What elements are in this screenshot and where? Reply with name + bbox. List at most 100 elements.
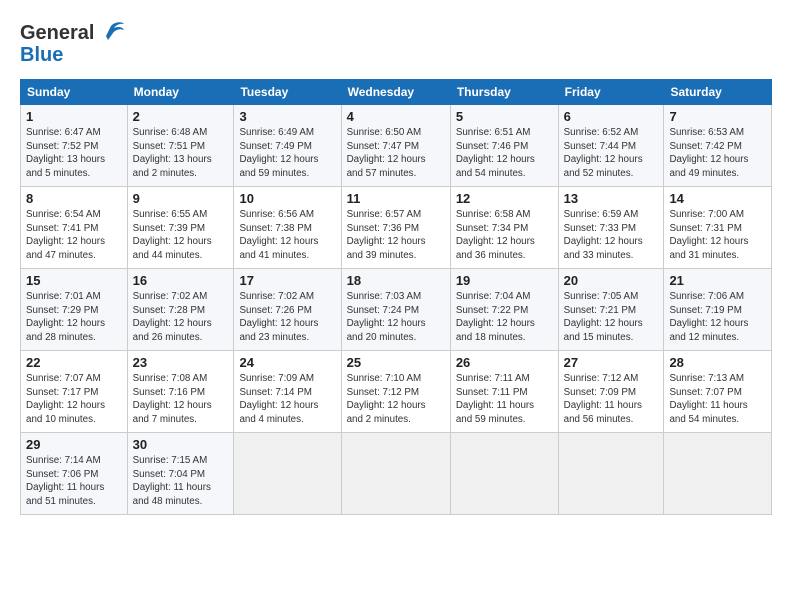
calendar-cell: 28 Sunrise: 7:13 AMSunset: 7:07 PMDaylig… <box>664 351 772 433</box>
day-info: Sunrise: 6:59 AMSunset: 7:33 PMDaylight:… <box>564 209 643 261</box>
day-info: Sunrise: 6:49 AMSunset: 7:49 PMDaylight:… <box>239 127 318 179</box>
day-info: Sunrise: 7:02 AMSunset: 7:28 PMDaylight:… <box>133 291 212 343</box>
weekday-header-sunday: Sunday <box>21 80 128 105</box>
day-info: Sunrise: 6:51 AMSunset: 7:46 PMDaylight:… <box>456 127 535 179</box>
day-number: 4 <box>347 109 445 124</box>
calendar-week-3: 15 Sunrise: 7:01 AMSunset: 7:29 PMDaylig… <box>21 269 772 351</box>
day-number: 5 <box>456 109 553 124</box>
day-number: 11 <box>347 191 445 206</box>
day-info: Sunrise: 7:03 AMSunset: 7:24 PMDaylight:… <box>347 291 426 343</box>
day-info: Sunrise: 6:54 AMSunset: 7:41 PMDaylight:… <box>26 209 105 261</box>
day-number: 2 <box>133 109 229 124</box>
day-number: 24 <box>239 355 335 370</box>
day-number: 6 <box>564 109 659 124</box>
day-number: 22 <box>26 355 122 370</box>
calendar-cell <box>558 433 664 515</box>
day-number: 1 <box>26 109 122 124</box>
calendar-cell: 26 Sunrise: 7:11 AMSunset: 7:11 PMDaylig… <box>450 351 558 433</box>
day-number: 20 <box>564 273 659 288</box>
day-number: 26 <box>456 355 553 370</box>
calendar-cell: 1 Sunrise: 6:47 AMSunset: 7:52 PMDayligh… <box>21 105 128 187</box>
day-number: 15 <box>26 273 122 288</box>
calendar-page: General Blue SundayMondayTuesdayWednesda… <box>0 0 792 525</box>
day-info: Sunrise: 7:06 AMSunset: 7:19 PMDaylight:… <box>669 291 748 343</box>
calendar-cell: 29 Sunrise: 7:14 AMSunset: 7:06 PMDaylig… <box>21 433 128 515</box>
weekday-header-monday: Monday <box>127 80 234 105</box>
day-number: 16 <box>133 273 229 288</box>
calendar-cell: 8 Sunrise: 6:54 AMSunset: 7:41 PMDayligh… <box>21 187 128 269</box>
calendar-week-5: 29 Sunrise: 7:14 AMSunset: 7:06 PMDaylig… <box>21 433 772 515</box>
weekday-header-tuesday: Tuesday <box>234 80 341 105</box>
calendar-cell <box>664 433 772 515</box>
logo-general: General <box>20 22 94 45</box>
day-number: 29 <box>26 437 122 452</box>
calendar-week-1: 1 Sunrise: 6:47 AMSunset: 7:52 PMDayligh… <box>21 105 772 187</box>
day-info: Sunrise: 7:09 AMSunset: 7:14 PMDaylight:… <box>239 373 318 425</box>
day-info: Sunrise: 7:11 AMSunset: 7:11 PMDaylight:… <box>456 373 534 425</box>
day-info: Sunrise: 7:14 AMSunset: 7:06 PMDaylight:… <box>26 455 104 507</box>
day-info: Sunrise: 6:53 AMSunset: 7:42 PMDaylight:… <box>669 127 748 179</box>
calendar-header-row: SundayMondayTuesdayWednesdayThursdayFrid… <box>21 80 772 105</box>
day-number: 10 <box>239 191 335 206</box>
day-info: Sunrise: 7:05 AMSunset: 7:21 PMDaylight:… <box>564 291 643 343</box>
day-info: Sunrise: 6:52 AMSunset: 7:44 PMDaylight:… <box>564 127 643 179</box>
calendar-cell: 9 Sunrise: 6:55 AMSunset: 7:39 PMDayligh… <box>127 187 234 269</box>
day-number: 18 <box>347 273 445 288</box>
day-info: Sunrise: 7:13 AMSunset: 7:07 PMDaylight:… <box>669 373 747 425</box>
day-number: 27 <box>564 355 659 370</box>
day-info: Sunrise: 7:01 AMSunset: 7:29 PMDaylight:… <box>26 291 105 343</box>
day-info: Sunrise: 6:50 AMSunset: 7:47 PMDaylight:… <box>347 127 426 179</box>
weekday-header-saturday: Saturday <box>664 80 772 105</box>
weekday-header-friday: Friday <box>558 80 664 105</box>
day-number: 12 <box>456 191 553 206</box>
day-number: 23 <box>133 355 229 370</box>
day-info: Sunrise: 6:56 AMSunset: 7:38 PMDaylight:… <box>239 209 318 261</box>
calendar-cell: 13 Sunrise: 6:59 AMSunset: 7:33 PMDaylig… <box>558 187 664 269</box>
calendar-cell: 5 Sunrise: 6:51 AMSunset: 7:46 PMDayligh… <box>450 105 558 187</box>
calendar-week-2: 8 Sunrise: 6:54 AMSunset: 7:41 PMDayligh… <box>21 187 772 269</box>
day-number: 7 <box>669 109 766 124</box>
day-number: 30 <box>133 437 229 452</box>
calendar-cell: 6 Sunrise: 6:52 AMSunset: 7:44 PMDayligh… <box>558 105 664 187</box>
day-info: Sunrise: 7:12 AMSunset: 7:09 PMDaylight:… <box>564 373 642 425</box>
calendar-cell: 15 Sunrise: 7:01 AMSunset: 7:29 PMDaylig… <box>21 269 128 351</box>
calendar-cell: 21 Sunrise: 7:06 AMSunset: 7:19 PMDaylig… <box>664 269 772 351</box>
day-number: 9 <box>133 191 229 206</box>
calendar-cell: 12 Sunrise: 6:58 AMSunset: 7:34 PMDaylig… <box>450 187 558 269</box>
calendar-cell: 17 Sunrise: 7:02 AMSunset: 7:26 PMDaylig… <box>234 269 341 351</box>
day-info: Sunrise: 7:07 AMSunset: 7:17 PMDaylight:… <box>26 373 105 425</box>
calendar-cell: 3 Sunrise: 6:49 AMSunset: 7:49 PMDayligh… <box>234 105 341 187</box>
day-info: Sunrise: 7:04 AMSunset: 7:22 PMDaylight:… <box>456 291 535 343</box>
day-number: 25 <box>347 355 445 370</box>
calendar-cell: 27 Sunrise: 7:12 AMSunset: 7:09 PMDaylig… <box>558 351 664 433</box>
calendar-cell <box>341 433 450 515</box>
day-number: 17 <box>239 273 335 288</box>
day-info: Sunrise: 6:48 AMSunset: 7:51 PMDaylight:… <box>133 127 212 179</box>
day-info: Sunrise: 7:15 AMSunset: 7:04 PMDaylight:… <box>133 455 211 507</box>
calendar-cell: 24 Sunrise: 7:09 AMSunset: 7:14 PMDaylig… <box>234 351 341 433</box>
day-number: 14 <box>669 191 766 206</box>
header: General Blue <box>20 18 772 67</box>
calendar-cell: 11 Sunrise: 6:57 AMSunset: 7:36 PMDaylig… <box>341 187 450 269</box>
weekday-header-wednesday: Wednesday <box>341 80 450 105</box>
calendar-cell: 30 Sunrise: 7:15 AMSunset: 7:04 PMDaylig… <box>127 433 234 515</box>
calendar-week-4: 22 Sunrise: 7:07 AMSunset: 7:17 PMDaylig… <box>21 351 772 433</box>
day-number: 19 <box>456 273 553 288</box>
weekday-header-thursday: Thursday <box>450 80 558 105</box>
calendar-cell: 22 Sunrise: 7:07 AMSunset: 7:17 PMDaylig… <box>21 351 128 433</box>
calendar-cell: 2 Sunrise: 6:48 AMSunset: 7:51 PMDayligh… <box>127 105 234 187</box>
calendar-cell: 20 Sunrise: 7:05 AMSunset: 7:21 PMDaylig… <box>558 269 664 351</box>
calendar-cell: 16 Sunrise: 7:02 AMSunset: 7:28 PMDaylig… <box>127 269 234 351</box>
day-number: 13 <box>564 191 659 206</box>
day-info: Sunrise: 7:00 AMSunset: 7:31 PMDaylight:… <box>669 209 748 261</box>
calendar-cell <box>450 433 558 515</box>
calendar-cell: 14 Sunrise: 7:00 AMSunset: 7:31 PMDaylig… <box>664 187 772 269</box>
day-info: Sunrise: 7:10 AMSunset: 7:12 PMDaylight:… <box>347 373 426 425</box>
day-number: 21 <box>669 273 766 288</box>
day-info: Sunrise: 6:55 AMSunset: 7:39 PMDaylight:… <box>133 209 212 261</box>
logo-blue: Blue <box>20 44 63 67</box>
day-info: Sunrise: 6:57 AMSunset: 7:36 PMDaylight:… <box>347 209 426 261</box>
logo-bird-icon <box>96 18 126 48</box>
day-info: Sunrise: 7:08 AMSunset: 7:16 PMDaylight:… <box>133 373 212 425</box>
calendar-cell: 18 Sunrise: 7:03 AMSunset: 7:24 PMDaylig… <box>341 269 450 351</box>
